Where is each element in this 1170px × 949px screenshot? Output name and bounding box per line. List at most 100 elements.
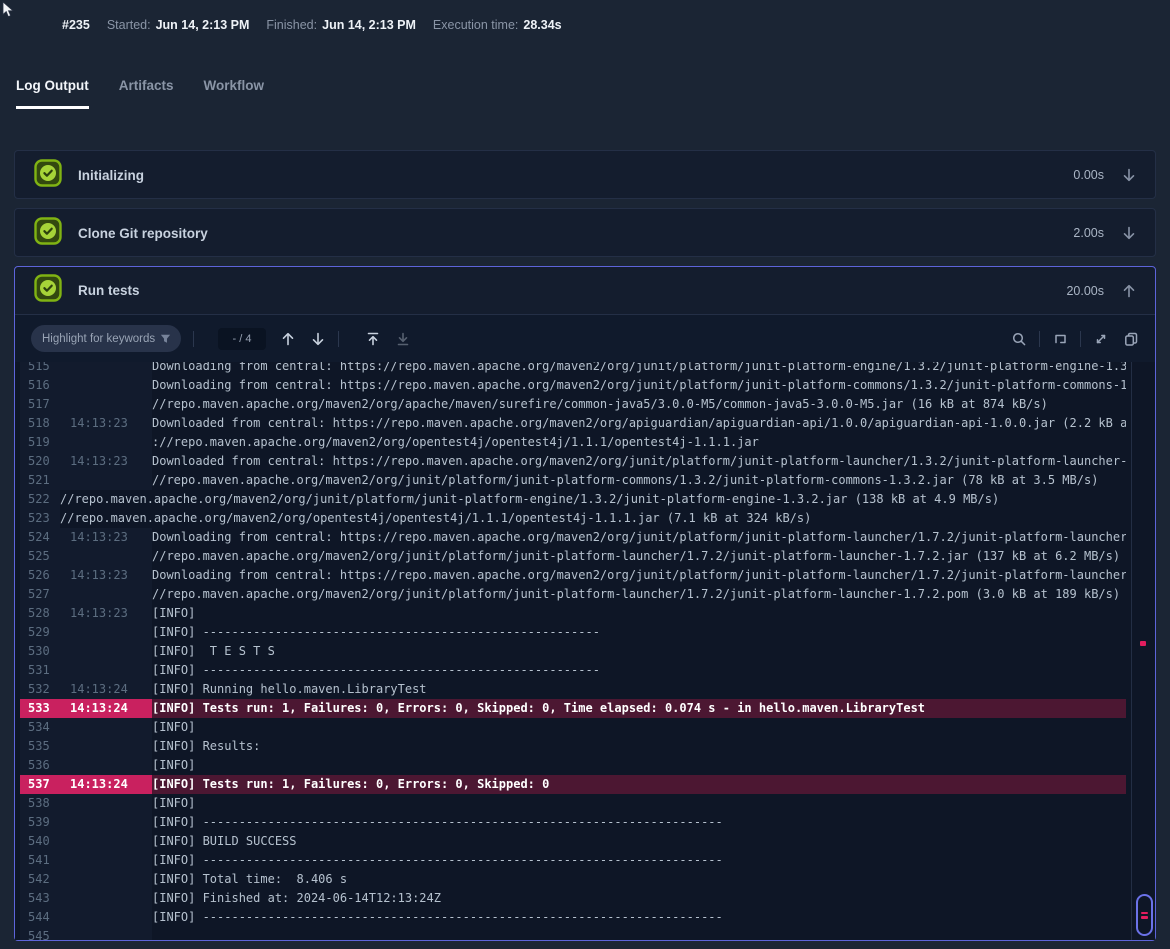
match-up-icon[interactable] <box>280 331 296 347</box>
scroll-to-bottom-icon[interactable] <box>395 331 411 347</box>
log-line-number[interactable]: 540 <box>20 832 70 851</box>
build-number: #235 <box>62 18 90 32</box>
log-line-number[interactable]: 531 <box>20 661 70 680</box>
log-line-number[interactable]: 518 <box>20 414 70 433</box>
log-line-message: [INFO] Tests run: 1, Failures: 0, Errors… <box>152 775 1126 794</box>
log-line-timestamp <box>70 585 144 604</box>
section-duration: 0.00s <box>1073 168 1104 182</box>
log-line-timestamp <box>70 471 144 490</box>
log-line-number[interactable]: 533 <box>20 699 70 718</box>
log-line-number[interactable]: 516 <box>20 376 70 395</box>
log-line-gutter: 538 <box>20 794 152 813</box>
log-output-area: 515 Downloading from central: https://rep… <box>15 362 1155 940</box>
section-initializing-header[interactable]: Initializing 0.00s <box>15 151 1155 199</box>
log-line: 541[INFO] ------------------------------… <box>20 851 1126 870</box>
log-line-number[interactable]: 529 <box>20 623 70 642</box>
log-line-number[interactable]: 535 <box>20 737 70 756</box>
log-line-message: [INFO] Total time: 8.406 s <box>152 870 1126 889</box>
tab-log-output[interactable]: Log Output <box>16 78 89 109</box>
wrap-lines-icon[interactable] <box>1052 331 1068 347</box>
log-line: 536[INFO] <box>20 756 1126 775</box>
tab-workflow[interactable]: Workflow <box>204 78 265 109</box>
log-line-number[interactable]: 538 <box>20 794 70 813</box>
log-line-number[interactable]: 534 <box>20 718 70 737</box>
log-line-timestamp <box>70 832 144 851</box>
log-scrollbar-thumb[interactable] <box>1136 894 1153 936</box>
search-icon[interactable] <box>1011 331 1027 347</box>
log-line-number[interactable]: 539 <box>20 813 70 832</box>
log-line-gutter: 51814:13:23 <box>20 414 152 433</box>
log-line-message: ://repo.maven.apache.org/maven2/org/open… <box>152 433 1126 452</box>
toolbar-divider <box>338 331 339 347</box>
log-line-number[interactable]: 536 <box>20 756 70 775</box>
scroll-to-top-icon[interactable] <box>365 331 381 347</box>
filter-funnel-icon[interactable] <box>159 332 172 345</box>
highlight-marker-dash <box>1141 916 1148 919</box>
log-line: 52414:13:23Downloading from central: htt… <box>20 528 1126 547</box>
match-down-icon[interactable] <box>310 331 326 347</box>
log-line-gutter: 53314:13:24 <box>20 699 152 718</box>
log-line: 539[INFO] ------------------------------… <box>20 813 1126 832</box>
log-line-number[interactable]: 524 <box>20 528 70 547</box>
log-line-number[interactable]: 515 <box>20 362 70 376</box>
expand-icon[interactable] <box>1093 331 1109 347</box>
log-line-timestamp <box>70 889 144 908</box>
log-line-number[interactable]: 526 <box>20 566 70 585</box>
log-line-timestamp: 14:13:23 <box>70 604 144 623</box>
log-line-timestamp <box>70 718 144 737</box>
log-line: 540[INFO] BUILD SUCCESS <box>20 832 1126 851</box>
section-clone-git-header[interactable]: Clone Git repository 2.00s <box>15 209 1155 257</box>
log-line: 523 //repo.maven.apache.org/maven2/org/op… <box>20 509 1126 528</box>
log-line-number[interactable]: 543 <box>20 889 70 908</box>
expand-section-arrow-down-icon[interactable] <box>1121 167 1137 183</box>
log-line-message: Downloaded from central: https://repo.ma… <box>152 414 1126 433</box>
log-line-number[interactable]: 532 <box>20 680 70 699</box>
copy-icon[interactable] <box>1123 331 1139 347</box>
log-line-number[interactable]: 519 <box>20 433 70 452</box>
tab-artifacts[interactable]: Artifacts <box>119 78 174 109</box>
log-line-message: Downloading from central: https://repo.m… <box>152 362 1126 376</box>
log-line-number[interactable]: 523 <box>20 509 52 528</box>
log-line-message: [INFO] <box>152 718 1126 737</box>
log-line-number[interactable]: 544 <box>20 908 70 927</box>
log-line-number[interactable]: 525 <box>20 547 70 566</box>
highlight-marker-dot <box>1140 641 1146 646</box>
log-line: 535[INFO] Results: <box>20 737 1126 756</box>
finished-value: Jun 14, 2:13 PM <box>322 18 416 32</box>
log-line-timestamp: 14:13:24 <box>70 699 144 718</box>
log-line: 542 [INFO] Total time: 8.406 s <box>20 870 1126 889</box>
section-run-tests-header[interactable]: Run tests 20.00s <box>15 267 1155 315</box>
log-line: 51814:13:23Downloaded from central: http… <box>20 414 1126 433</box>
log-line-gutter: 539 <box>20 813 152 832</box>
log-scrollbar-track[interactable] <box>1131 362 1155 940</box>
expand-section-arrow-down-icon[interactable] <box>1121 225 1137 241</box>
log-line-number[interactable]: 522 <box>20 490 52 509</box>
log-line-timestamp <box>70 737 144 756</box>
log-line: 534 [INFO] <box>20 718 1126 737</box>
log-line-message: [INFO] T E S T S <box>152 642 1126 661</box>
collapse-section-arrow-up-icon[interactable] <box>1121 283 1137 299</box>
log-line-number[interactable]: 545 <box>20 927 70 940</box>
log-line-number[interactable]: 527 <box>20 585 70 604</box>
log-line-timestamp: 14:13:23 <box>70 566 144 585</box>
log-line-number[interactable]: 541 <box>20 851 70 870</box>
started-label: Started: <box>107 18 151 32</box>
log-line-number[interactable]: 520 <box>20 452 70 471</box>
log-line-number[interactable]: 537 <box>20 775 70 794</box>
toolbar-divider <box>1039 331 1040 347</box>
log-line-number[interactable]: 530 <box>20 642 70 661</box>
log-line-number[interactable]: 528 <box>20 604 70 623</box>
log-line: 53714:13:24[INFO] Tests run: 1, Failures… <box>20 775 1126 794</box>
log-line-gutter: 52014:13:23 <box>20 452 152 471</box>
started-value: Jun 14, 2:13 PM <box>156 18 250 32</box>
log-line: 52814:13:23[INFO] <box>20 604 1126 623</box>
log-line-number[interactable]: 521 <box>20 471 70 490</box>
log-line-gutter: 541 <box>20 851 152 870</box>
passed-check-icon <box>34 217 62 250</box>
log-line-number[interactable]: 517 <box>20 395 70 414</box>
log-line: 538[INFO] <box>20 794 1126 813</box>
log-line-number[interactable]: 542 <box>20 870 70 889</box>
log-line-message: //repo.maven.apache.org/maven2/org/opent… <box>60 509 1126 528</box>
highlight-keywords-input[interactable]: Highlight for keywords <box>31 325 181 352</box>
section-duration: 2.00s <box>1073 226 1104 240</box>
